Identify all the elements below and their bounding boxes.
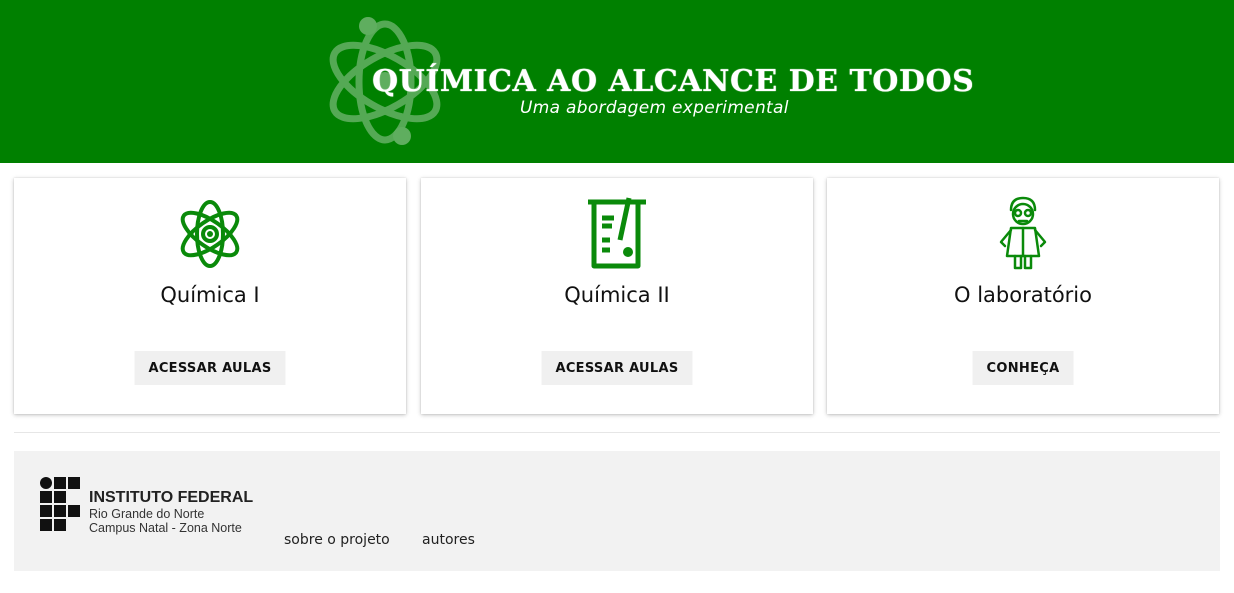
logo-title: INSTITUTO FEDERAL [89,489,254,506]
site-title: QUÍMICA AO ALCANCE DE TODOS [372,64,975,99]
ifrn-logo[interactable]: INSTITUTO FEDERAL Rio Grande do Norte Ca… [40,477,270,537]
site-header: QUÍMICA AO ALCANCE DE TODOS Uma abordage… [0,0,1234,163]
atom-icon [180,200,240,268]
acessar-aulas-button[interactable]: ACESSAR AULAS [541,351,693,385]
beaker-icon [588,197,646,269]
card-title: O laboratório [954,283,1092,307]
logo-line-campus: Campus Natal - Zona Norte [89,521,242,535]
conheca-button[interactable]: CONHEÇA [972,351,1074,385]
card-quimica-1: Química I ACESSAR AULAS [14,178,406,414]
scientist-icon [999,196,1047,270]
card-title: Química II [564,283,670,307]
card-laboratorio: O laboratório CONHEÇA [827,178,1219,414]
divider [14,432,1220,433]
card-title: Química I [160,283,260,307]
ifrn-logo-icon [40,477,80,531]
site-subtitle: Uma abordagem experimental [520,98,789,118]
sobre-o-projeto-link[interactable]: sobre o projeto [284,532,390,548]
acessar-aulas-button[interactable]: ACESSAR AULAS [134,351,286,385]
site-footer: INSTITUTO FEDERAL Rio Grande do Norte Ca… [14,451,1220,571]
logo-line-state: Rio Grande do Norte [89,507,205,521]
autores-link[interactable]: autores [422,532,475,548]
card-quimica-2: Química II ACESSAR AULAS [421,178,813,414]
